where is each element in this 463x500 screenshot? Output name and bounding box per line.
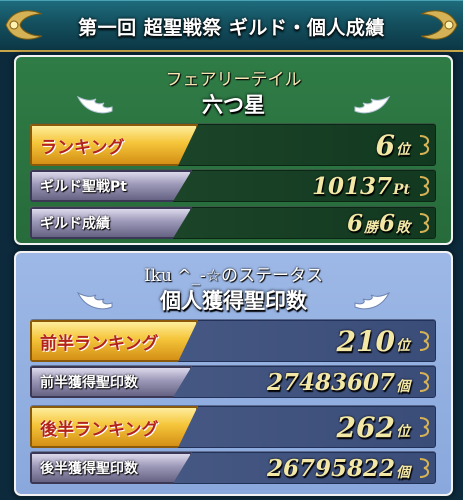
first-half-seals-value: 27483607 個 bbox=[266, 368, 410, 396]
first-half-ranking-row: 前半ランキング 210 位 bbox=[30, 319, 436, 362]
second-half-seals-value: 26795822 個 bbox=[266, 454, 410, 482]
guild-ranking-value: 6位 bbox=[375, 128, 410, 162]
guild-record-value: 6勝6敗 bbox=[346, 209, 410, 237]
guild-record-row: ギルド成績 6勝6敗 bbox=[30, 206, 436, 239]
corner-flourish-icon bbox=[419, 458, 430, 478]
guild-pt-row: ギルド聖戦Pt 10137 Pt bbox=[30, 169, 436, 202]
first-half-ranking-label: 前半ランキング bbox=[30, 320, 198, 362]
second-half-seals-row: 後半獲得聖印数 26795822 個 bbox=[30, 451, 436, 484]
wing-icon bbox=[354, 95, 391, 114]
first-half-seals-row: 前半獲得聖印数 27483607 個 bbox=[30, 365, 436, 398]
guild-name: フェアリーテイル bbox=[165, 70, 302, 90]
corner-flourish-icon bbox=[419, 331, 430, 351]
guild-panel: フェアリーテイル 六つ星 ランキング 6位 ギルド聖戦Pt 10137 Pt ギル… bbox=[14, 55, 453, 245]
corner-flourish-icon bbox=[419, 213, 430, 233]
wing-icon bbox=[354, 291, 391, 310]
guild-pt-label: ギルド聖戦Pt bbox=[30, 170, 192, 202]
second-half-ranking-label: 後半ランキング bbox=[30, 406, 198, 448]
first-half-ranking-value: 210 位 bbox=[336, 324, 410, 358]
page-title: 第一回 超聖戦祭 ギルド・個人成績 bbox=[78, 17, 385, 39]
personal-status-title: Iku ^_-☆のステータス bbox=[143, 266, 324, 286]
second-half-seals-label: 後半獲得聖印数 bbox=[30, 452, 192, 484]
guild-record-label: ギルド成績 bbox=[30, 207, 192, 239]
header-ornament-icon bbox=[420, 10, 458, 40]
guild-pt-value: 10137 Pt bbox=[311, 172, 410, 200]
corner-flourish-icon bbox=[419, 372, 430, 392]
guild-ranking-row: ランキング 6位 bbox=[30, 123, 436, 166]
guild-ranking-label: ランキング bbox=[30, 124, 198, 166]
second-half-ranking-row: 後半ランキング 262 位 bbox=[30, 405, 436, 448]
first-half-seals-label: 前半獲得聖印数 bbox=[30, 366, 192, 398]
corner-flourish-icon bbox=[419, 135, 430, 155]
corner-flourish-icon bbox=[419, 417, 430, 437]
page-header: 第一回 超聖戦祭 ギルド・個人成績 bbox=[0, 0, 463, 52]
corner-flourish-icon bbox=[419, 176, 430, 196]
second-half-ranking-value: 262 位 bbox=[336, 410, 410, 444]
personal-panel: Iku ^_-☆のステータス 個人獲得聖印数 前半ランキング 210 位 前半獲得… bbox=[14, 251, 453, 496]
